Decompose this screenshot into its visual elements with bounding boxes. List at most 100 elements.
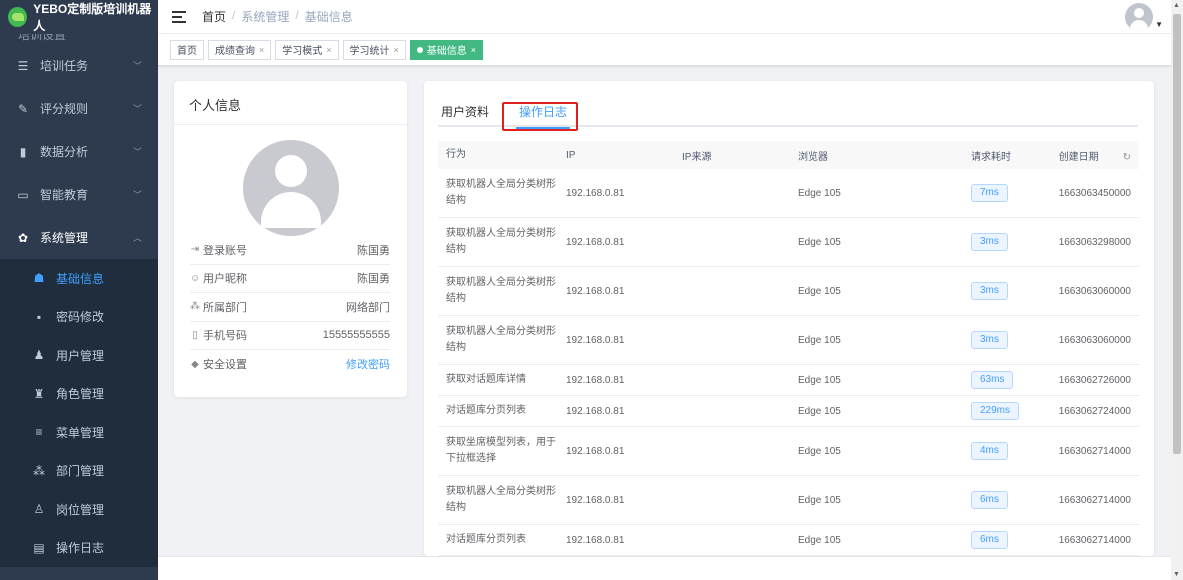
breadcrumb-current: 基础信息 [304, 10, 353, 24]
time-badge: 3ms [971, 233, 1008, 251]
sidebar: YEBO定制版培训机器人 培训设置 ☰ 培训任务 ﹀ ✎ 评分规则 ﹀ ▮ 数据… [0, 0, 158, 580]
scrollbar-thumb[interactable] [1173, 14, 1181, 454]
caret-down-icon[interactable]: ▼ [1155, 20, 1163, 29]
cell-browser: Edge 105 [798, 494, 841, 506]
cell-ip: 192.168.0.81 [566, 285, 625, 297]
sidebar-item-data-analysis[interactable]: ▮ 数据分析 ﹀ [0, 130, 158, 173]
cell-browser: Edge 105 [798, 374, 841, 386]
tag-basic-info[interactable]: 基础信息 × [409, 39, 484, 60]
table-row[interactable]: 获取机器人全局分类树形结构 192.168.0.81 Edge 105 6ms … [438, 476, 1139, 525]
header-created-date[interactable]: 创建日期 ↻ [1045, 148, 1139, 163]
cell-browser: Edge 105 [798, 534, 841, 546]
cell-browser: Edge 105 [798, 445, 841, 457]
scroll-up-icon[interactable]: ▲ [1173, 2, 1180, 9]
tag-home[interactable]: 首页 [170, 39, 204, 60]
header-request-time[interactable]: 请求耗时 [935, 148, 1045, 163]
profile-avatar[interactable] [243, 140, 339, 236]
change-password-link[interactable]: 修改密码 [346, 356, 390, 372]
bar-chart-icon: ▮ [19, 144, 27, 159]
sidebar-item-label: 密码修改 [56, 310, 105, 325]
sidebar-item-menus[interactable]: ≡ 菜单管理 [0, 413, 158, 452]
sidebar-item-departments[interactable]: ⁂ 部门管理 [0, 452, 158, 491]
sidebar-item-training-task[interactable]: ☰ 培训任务 ﹀ [0, 44, 158, 87]
header-created-label: 创建日期 [1058, 151, 1099, 163]
time-badge: 3ms [971, 282, 1008, 300]
cell-action: 获取机器人全局分类树形结构 [446, 277, 556, 304]
tags-view: 首页 成绩查询 × 学习模式 × 学习统计 × 基础信息 × [158, 34, 1171, 66]
close-icon[interactable]: × [394, 45, 399, 55]
table-header: 行为 IP IP来源 浏览器 请求耗时 创建日期 ↻ [438, 141, 1139, 169]
cell-ip: 192.168.0.81 [566, 236, 625, 248]
table-row[interactable]: 获取对话题库详情 192.168.0.81 Edge 105 63ms 1663… [438, 365, 1139, 396]
header-ip[interactable]: IP [558, 150, 674, 161]
sidebar-item-basic-info[interactable]: ☗ 基础信息 [0, 259, 158, 298]
tag-learning-stats[interactable]: 学习统计 × [342, 39, 406, 60]
app-logo: YEBO定制版培训机器人 [0, 0, 158, 34]
users-icon: ♟ [33, 348, 45, 363]
log-card: 用户资料 操作日志 行为 IP IP来源 浏览器 请求耗时 创建日期 ↻ 获取机器… [424, 81, 1154, 556]
cell-created: 1663062714000 [1058, 494, 1131, 506]
breadcrumb-separator: / [295, 8, 299, 22]
sidebar-item-operation-log[interactable]: ▤ 操作日志 [0, 529, 158, 568]
cell-browser: Edge 105 [798, 334, 841, 346]
table-row[interactable]: 对话题库分页列表 192.168.0.81 Edge 105 6ms 16630… [438, 525, 1139, 556]
app-title: YEBO定制版培训机器人 [33, 2, 152, 33]
time-badge: 6ms [971, 491, 1008, 509]
close-icon[interactable]: × [471, 45, 476, 55]
cell-action: 获取机器人全局分类树形结构 [446, 486, 556, 513]
table-row[interactable]: 获取坐席模型列表，用于下拉框选择 192.168.0.81 Edge 105 4… [438, 427, 1139, 476]
table-row[interactable]: 对话题库分页列表 192.168.0.81 Edge 105 229ms 166… [438, 396, 1139, 427]
header-browser[interactable]: 浏览器 [790, 148, 935, 163]
profile-info-list: ⇥ 登录账号 陈国勇 ☺ 用户昵称 陈国勇 ⁂ 所属部门 网络部门 ▯ 手机号码 155… [190, 236, 390, 379]
table-row[interactable]: 获取机器人全局分类树形结构 192.168.0.81 Edge 105 3ms … [438, 267, 1139, 316]
tag-learning-mode[interactable]: 学习模式 × [275, 39, 339, 60]
sidebar-item-roles[interactable]: ♜ 角色管理 [0, 375, 158, 414]
sidebar-item-label: 操作日志 [56, 541, 105, 556]
chevron-up-icon: ︿ [132, 233, 142, 243]
sidebar-item-label: 菜单管理 [56, 425, 105, 440]
sidebar-item-system-management[interactable]: ✿ 系统管理 ︿ [0, 216, 158, 259]
header-ip-source[interactable]: IP来源 [674, 148, 790, 163]
org-icon: ⁂ [190, 301, 200, 313]
footer-strip [158, 556, 1171, 580]
table-row[interactable]: 获取机器人全局分类树形结构 192.168.0.81 Edge 105 3ms … [438, 316, 1139, 365]
sidebar-item-scoring-rules[interactable]: ✎ 评分规则 ﹀ [0, 87, 158, 130]
cell-browser: Edge 105 [798, 405, 841, 417]
shield-icon: ◆ [191, 358, 199, 370]
table-row[interactable]: 获取机器人全局分类树形结构 192.168.0.81 Edge 105 3ms … [438, 218, 1139, 267]
header-action[interactable]: 行为 [438, 147, 558, 163]
cell-action: 获取机器人全局分类树形结构 [446, 326, 556, 353]
sidebar-item-users[interactable]: ♟ 用户管理 [0, 336, 158, 375]
profile-value: 15555555555 [322, 329, 390, 342]
hamburger-icon[interactable] [172, 10, 186, 23]
table-row[interactable]: 获取机器人全局分类树形结构 192.168.0.81 Edge 105 7ms … [438, 169, 1139, 218]
close-icon[interactable]: × [326, 45, 331, 55]
sidebar-item-posts[interactable]: ♙ 岗位管理 [0, 490, 158, 529]
refresh-icon[interactable]: ↻ [1123, 152, 1131, 163]
user-avatar[interactable] [1125, 3, 1153, 31]
sidebar-item-password[interactable]: ▪ 密码修改 [0, 298, 158, 337]
close-icon[interactable]: × [259, 45, 264, 55]
time-badge: 6ms [971, 531, 1008, 549]
tag-score-query[interactable]: 成绩查询 × [208, 39, 272, 60]
chevron-down-icon: ﹀ [132, 190, 142, 200]
profile-label: 手机号码 [203, 330, 247, 343]
breadcrumb-home[interactable]: 首页 [202, 8, 226, 25]
edit-icon: ✎ [17, 101, 29, 116]
tab-user-profile[interactable]: 用户资料 [438, 103, 492, 127]
sidebar-item-smart-education[interactable]: ▭ 智能教育 ﹀ [0, 173, 158, 216]
cell-action: 对话题库分页列表 [446, 534, 526, 545]
tab-operation-log[interactable]: 操作日志 [516, 103, 571, 129]
cell-action: 获取对话题库详情 [446, 374, 526, 385]
cell-ip: 192.168.0.81 [566, 334, 625, 346]
cell-browser: Edge 105 [798, 236, 841, 248]
sidebar-item-label: 培训任务 [40, 59, 89, 73]
vertical-scrollbar[interactable]: ▲ ▼ [1171, 0, 1183, 580]
scroll-down-icon[interactable]: ▼ [1173, 571, 1180, 578]
profile-value: 陈国勇 [357, 244, 390, 257]
sidebar-item-label: 评分规则 [40, 102, 89, 116]
system-submenu: ☗ 基础信息 ▪ 密码修改 ♟ 用户管理 ♜ 角色管理 ≡ 菜单管理 ⁂ 部门管… [0, 259, 158, 567]
time-badge: 63ms [971, 371, 1014, 389]
smile-icon: ☺ [190, 272, 201, 284]
sidebar-item-label: 部门管理 [56, 464, 105, 479]
